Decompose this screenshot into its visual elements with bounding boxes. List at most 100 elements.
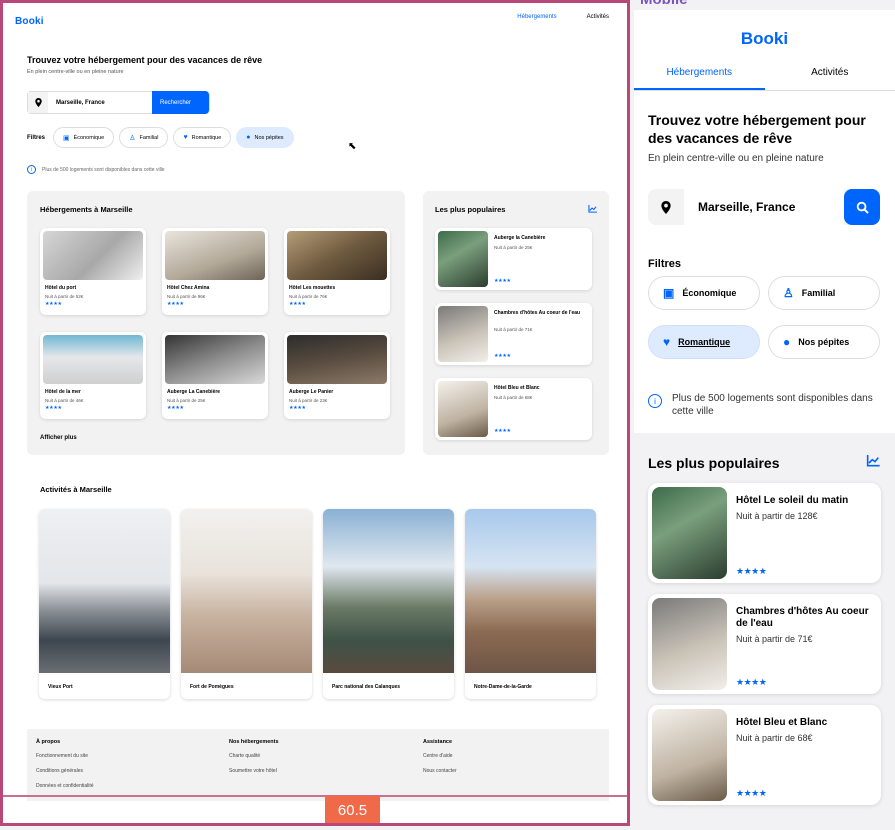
popular-price: Nuit à partir de 68€ — [494, 395, 533, 400]
filter-economique[interactable]: ▣ Économique — [648, 276, 760, 310]
lodging-price: Nuit à partir de 96€ — [167, 294, 206, 299]
popular-photo — [652, 709, 727, 801]
popular-card[interactable]: Hôtel Le soleil du matin Nuit à partir d… — [648, 483, 881, 583]
nav-activites[interactable]: Activités — [587, 14, 609, 20]
footer-link[interactable]: Nous contacter — [423, 768, 457, 774]
mobile-mockup: Mobile Booki Hébergements Activités Trou… — [634, 0, 895, 830]
popular-price: Nuit à partir de 68€ — [736, 733, 813, 743]
filter-romantique[interactable]: ♥ Romantique — [173, 127, 232, 148]
score-badge: 60.5 — [325, 796, 380, 823]
activity-card[interactable]: Vieux Port — [39, 509, 170, 699]
lodging-card[interactable]: Auberge Le Panier Nuit à partir de 23€ ★… — [284, 332, 390, 419]
filter-familial[interactable]: ♙ Familial — [768, 276, 880, 310]
filter-label: Familial — [139, 134, 159, 141]
mobile-label: Mobile — [640, 0, 688, 8]
filter-economique[interactable]: ▣ Économique — [53, 127, 115, 148]
popular-card[interactable]: Hôtel Bleu et Blanc Nuit à partir de 68€… — [648, 705, 881, 805]
footer-heading: Assistance — [423, 739, 453, 745]
filter-nos-pepites[interactable]: ● Nos pépites — [236, 127, 294, 148]
activity-card[interactable]: Notre-Dame-de-la-Garde — [465, 509, 596, 699]
search-input[interactable]: Marseille, France — [684, 189, 844, 225]
popular-name: Chambres d'hôtes Au coeur de l'eau — [736, 606, 869, 629]
activity-photo — [39, 509, 170, 673]
footer-column: À propos Fonctionnement du site Conditio… — [36, 739, 94, 798]
popular-card[interactable]: Hôtel Bleu et Blanc Nuit à partir de 68€… — [435, 378, 592, 440]
money-icon: ▣ — [663, 286, 675, 300]
popular-photo — [438, 231, 488, 287]
main-nav: Hébergements Activités — [517, 14, 609, 20]
popular-photo — [652, 487, 727, 579]
header: Booki Hébergements Activités — [3, 3, 627, 39]
lodging-photo — [165, 335, 265, 384]
popular-price: Nuit à partir de 25€ — [494, 245, 533, 250]
lodging-card[interactable]: Hôtel Les mouettes Nuit à partir de 76€ … — [284, 228, 390, 315]
location-pin-icon — [648, 200, 684, 214]
flame-icon: ● — [783, 335, 791, 349]
footer-link[interactable]: Données et confidentialité — [36, 783, 94, 789]
cursor-icon: ⬉ — [348, 141, 357, 152]
rating-stars: ★★★★ — [167, 301, 184, 307]
flame-icon: ● — [246, 134, 251, 141]
heart-icon: ♥ — [183, 134, 188, 141]
popular-photo — [652, 598, 727, 690]
search-button[interactable] — [844, 189, 880, 225]
lodging-card[interactable]: Auberge La Canebière Nuit à partir de 25… — [162, 332, 268, 419]
footer-link[interactable]: Fonctionnement du site — [36, 753, 94, 759]
footer: À propos Fonctionnement du site Conditio… — [27, 729, 609, 801]
hero: Trouvez votre hébergement pour des vacan… — [648, 111, 868, 164]
lodging-card[interactable]: Hôtel du port Nuit à partir de 52€ ★★★★ — [40, 228, 146, 315]
heart-icon: ♥ — [663, 335, 671, 349]
search-input[interactable]: Marseille, France — [48, 100, 152, 106]
location-pin-icon — [28, 92, 48, 113]
child-icon: ♙ — [129, 134, 136, 142]
rating-stars: ★★★★ — [494, 428, 511, 434]
popular-name: Hôtel Bleu et Blanc — [736, 717, 828, 728]
popular-name: Hôtel Le soleil du matin — [736, 495, 849, 506]
filter-nos-pepites[interactable]: ● Nos pépites — [768, 325, 880, 359]
lodging-photo — [43, 335, 143, 384]
popular-card[interactable]: Chambres d'hôtes Au coeur de l'eau Nuit … — [648, 594, 881, 694]
footer-link[interactable]: Centre d'aide — [423, 753, 457, 759]
info-line: i Plus de 500 logements sont disponibles… — [27, 165, 165, 174]
logo[interactable]: Booki — [15, 16, 44, 27]
lodging-photo — [165, 231, 265, 280]
tab-hebergements[interactable]: Hébergements — [634, 63, 765, 90]
lodging-name: Hôtel Les mouettes — [289, 285, 336, 291]
activity-card[interactable]: Parc national des Calanques — [323, 509, 454, 699]
popular-card[interactable]: Chambres d'hôtes Au coeur de l'eau Nuit … — [435, 303, 592, 365]
hero-subtitle: En plein centre-ville ou en pleine natur… — [648, 153, 824, 164]
popular-name: Hôtel Bleu et Blanc — [494, 385, 540, 391]
activities-title: Activités à Marseille — [40, 485, 112, 494]
rating-stars: ★★★★ — [167, 405, 184, 411]
footer-link[interactable]: Conditions générales — [36, 768, 94, 774]
lodging-card[interactable]: Hôtel de la mer Nuit à partir de 46€ ★★★… — [40, 332, 146, 419]
lodging-card[interactable]: Hôtel Chez Amina Nuit à partir de 96€ ★★… — [162, 228, 268, 315]
popular-card[interactable]: Auberge la Canebière Nuit à partir de 25… — [435, 228, 592, 290]
rating-stars: ★★★★ — [494, 353, 511, 359]
lodging-price: Nuit à partir de 52€ — [45, 294, 84, 299]
search-bar: Marseille, France — [648, 189, 880, 225]
child-icon: ♙ — [783, 286, 794, 300]
lodging-price: Nuit à partir de 23€ — [289, 398, 328, 403]
tab-activites[interactable]: Activités — [765, 63, 895, 90]
video-progress-bar — [3, 795, 627, 823]
search-button[interactable]: Rechercher — [152, 91, 209, 114]
lodging-name: Auberge La Canebière — [167, 389, 221, 395]
filter-romantique[interactable]: ♥ Romantique — [648, 325, 760, 359]
activity-name: Notre-Dame-de-la-Garde — [474, 684, 532, 690]
rating-stars: ★★★★ — [736, 677, 767, 687]
mobile-tabs: Hébergements Activités — [634, 63, 895, 91]
lodgings-title: Hébergements à Marseille — [40, 205, 133, 214]
hero-title: Trouvez votre hébergement pour des vacan… — [648, 112, 866, 146]
footer-link[interactable]: Charte qualité — [229, 753, 279, 759]
filter-familial[interactable]: ♙ Familial — [119, 127, 169, 148]
activity-card[interactable]: Fort de Pomègues — [181, 509, 312, 699]
footer-link[interactable]: Soumettre votre hôtel — [229, 768, 279, 774]
nav-hebergements[interactable]: Hébergements — [517, 14, 556, 20]
lodging-name: Hôtel Chez Amina — [167, 285, 210, 291]
logo[interactable]: Booki — [634, 29, 895, 49]
rating-stars: ★★★★ — [45, 405, 62, 411]
activity-photo — [181, 509, 312, 673]
footer-heading: À propos — [36, 739, 61, 745]
show-more-link[interactable]: Afficher plus — [40, 435, 77, 441]
